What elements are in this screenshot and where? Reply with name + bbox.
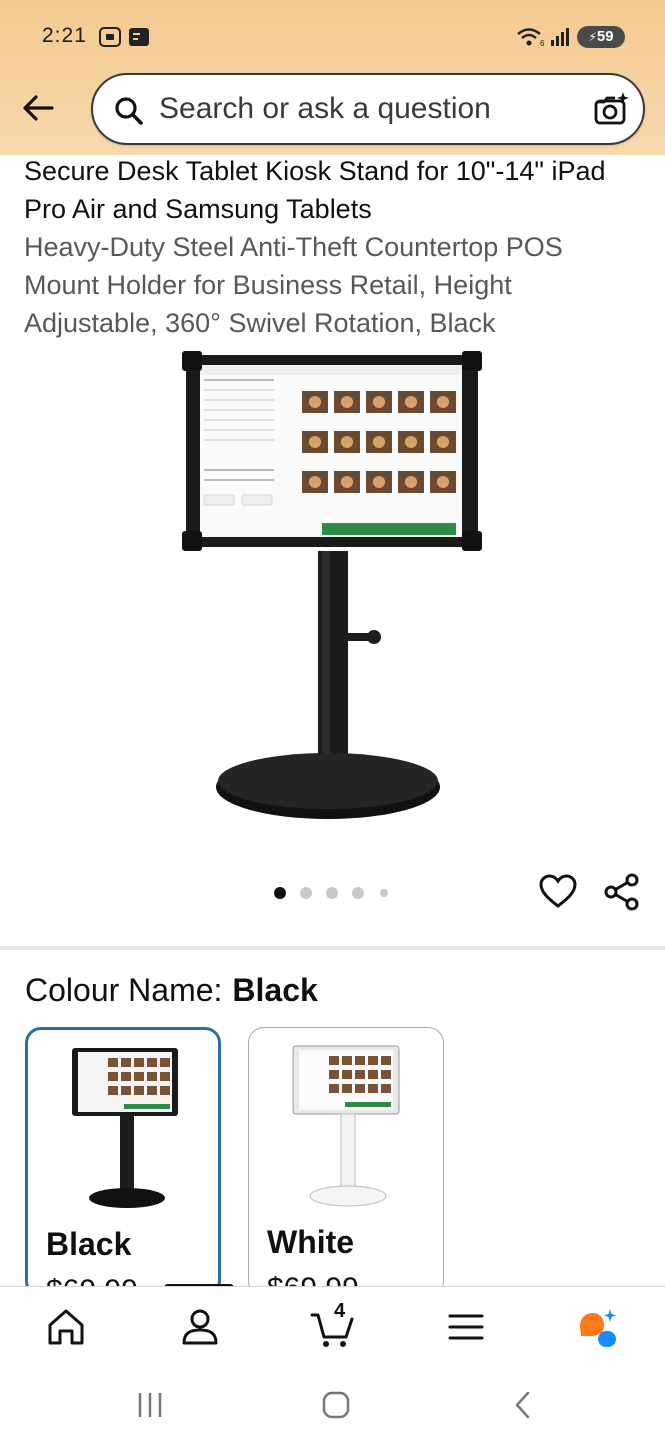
- product-subtitle: Heavy-Duty Steel Anti-Theft Countertop P…: [24, 232, 563, 338]
- wifi-icon: 6: [517, 28, 545, 48]
- screenshot-icon: [99, 27, 121, 47]
- carousel-dot[interactable]: [274, 887, 286, 899]
- status-bar: 2:21 6 ⚡59: [0, 0, 665, 72]
- cart-count-badge: 4: [334, 1300, 346, 1322]
- svg-text:6: 6: [540, 39, 545, 48]
- menu-icon[interactable]: [442, 1303, 490, 1351]
- battery-indicator: ⚡59: [577, 26, 625, 48]
- swatch-name: Black: [46, 1226, 132, 1262]
- search-input[interactable]: [159, 89, 559, 129]
- system-home-icon[interactable]: [320, 1390, 352, 1420]
- home-icon[interactable]: [42, 1303, 90, 1351]
- swatch-name: White: [267, 1224, 355, 1260]
- back-arrow-icon[interactable]: [18, 88, 58, 128]
- carousel-dot[interactable]: [300, 887, 312, 899]
- product-title: Secure Desk Tablet Kiosk Stand for 10"-1…: [24, 156, 606, 224]
- profile-icon[interactable]: [176, 1303, 224, 1351]
- carousel-dot[interactable]: [380, 889, 388, 897]
- carousel-dot[interactable]: [326, 887, 338, 899]
- carousel-indicator: [274, 885, 394, 901]
- variation-label: Colour Name: Black: [25, 972, 318, 1009]
- variation-label-text: Colour Name:: [25, 972, 223, 1008]
- swatch-thumbnail: [72, 1048, 178, 1208]
- system-back-icon[interactable]: [508, 1390, 540, 1420]
- variation-swatch-black[interactable]: Black $69.99: [25, 1027, 221, 1297]
- variation-selected-value: Black: [232, 972, 318, 1008]
- swatch-thumbnail: [292, 1045, 400, 1207]
- heart-icon[interactable]: [538, 872, 578, 912]
- ai-assistant-icon[interactable]: [574, 1303, 622, 1351]
- product-image[interactable]: [182, 345, 482, 825]
- bottom-nav: [0, 1286, 665, 1364]
- section-divider: [0, 946, 665, 950]
- system-nav-bar: [0, 1364, 665, 1440]
- search-bar[interactable]: [91, 73, 645, 145]
- cart-icon[interactable]: [308, 1303, 356, 1351]
- carousel-dot[interactable]: [352, 887, 364, 899]
- variation-swatch-white[interactable]: White $69.99: [248, 1027, 444, 1297]
- battery-level: 59: [596, 28, 614, 45]
- status-time: 2:21: [42, 24, 87, 47]
- signal-icon: [551, 28, 569, 46]
- share-icon[interactable]: [602, 872, 642, 912]
- notification-icon: [129, 28, 149, 46]
- search-icon: [115, 97, 143, 125]
- app-header: 2:21 6 ⚡59: [0, 0, 665, 155]
- camera-icon[interactable]: [593, 91, 629, 127]
- product-title-block: Secure Desk Tablet Kiosk Stand for 10"-1…: [24, 152, 644, 342]
- recent-apps-icon[interactable]: [134, 1390, 166, 1420]
